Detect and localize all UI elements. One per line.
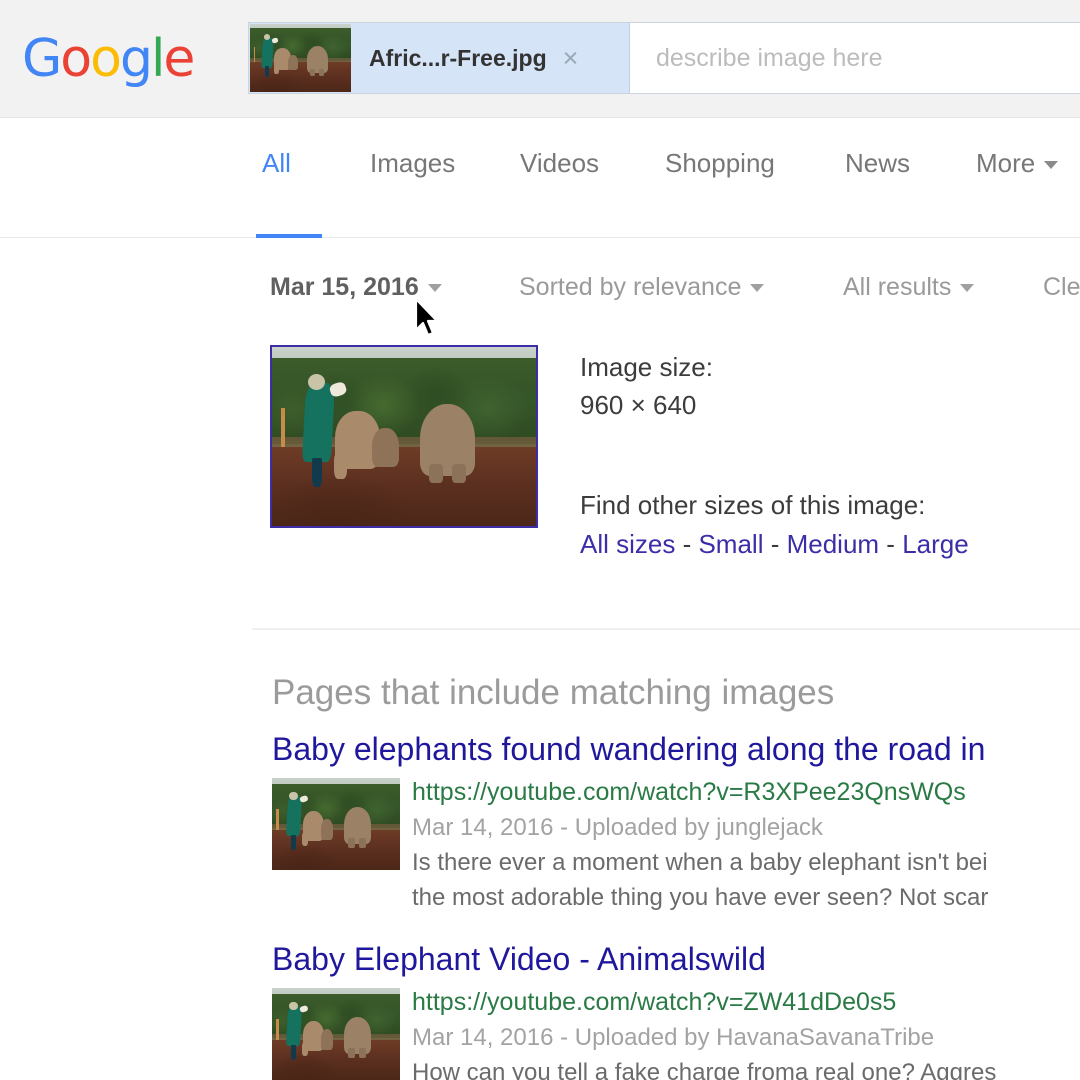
- filter-clear[interactable]: Cle: [1043, 270, 1080, 304]
- tab-all-label: All: [262, 148, 291, 178]
- filter-sort[interactable]: Sorted by relevance: [519, 270, 765, 304]
- chevron-down-icon: [427, 284, 442, 292]
- other-sizes-block: Find other sizes of this image: All size…: [580, 486, 1050, 564]
- section-divider: [252, 628, 1080, 630]
- result-meta: Mar 14, 2016 - Uploaded by HavanaSavanaT…: [412, 1024, 935, 1051]
- link-separator-3: -: [879, 529, 903, 559]
- result-title-link[interactable]: Baby elephants found wandering along the…: [272, 728, 1080, 770]
- image-info-panel: Image size: 960 × 640 Find other sizes o…: [580, 348, 1050, 564]
- chip-filename-label: Afric...r-Free.jpg: [369, 44, 547, 71]
- search-bar[interactable]: Afric...r-Free.jpg × describe image here: [248, 22, 1080, 94]
- result-title-link[interactable]: Baby Elephant Video - Animalswild: [272, 938, 1080, 980]
- result-snippet-line-1: Is there ever a moment when a baby eleph…: [412, 849, 988, 876]
- chevron-down-icon: [960, 284, 975, 292]
- find-other-sizes-label: Find other sizes of this image:: [580, 490, 926, 520]
- result-item-2: Baby Elephant Video - Animalswild https:…: [272, 938, 1080, 1080]
- filter-clear-label: Cle: [1043, 273, 1080, 301]
- tab-news[interactable]: News: [845, 146, 910, 180]
- filter-results-label: All results: [843, 273, 952, 301]
- tab-more[interactable]: More: [976, 146, 1059, 180]
- link-all-sizes[interactable]: All sizes: [580, 529, 675, 559]
- filter-sort-label: Sorted by relevance: [519, 273, 742, 301]
- mouse-cursor: [414, 297, 444, 341]
- link-separator-1: -: [675, 529, 699, 559]
- matching-pages-heading: Pages that include matching images: [272, 673, 835, 712]
- result-thumbnail[interactable]: [272, 988, 400, 1080]
- image-size-value: 960 × 640: [580, 390, 697, 420]
- filter-date-label: Mar 15, 2016: [270, 273, 419, 301]
- result-snippet-line-2: the most adorable thing you have ever se…: [412, 884, 989, 911]
- logo-letter-g2: g: [119, 29, 153, 89]
- search-tools-bar: Mar 15, 2016 Sorted by relevance All res…: [0, 270, 1080, 310]
- logo-letter-g1: G: [22, 29, 62, 89]
- tab-images-label: Images: [370, 148, 456, 178]
- matched-image-thumbnail[interactable]: [270, 345, 538, 528]
- result-text-block: https://youtube.com/watch?v=ZW41dDe0s5 M…: [412, 985, 1080, 1080]
- tab-videos[interactable]: Videos: [520, 146, 599, 180]
- tab-shopping[interactable]: Shopping: [665, 146, 775, 180]
- tab-all[interactable]: All: [262, 146, 291, 180]
- chevron-down-icon: [750, 284, 765, 292]
- logo-letter-o1: o: [60, 29, 92, 89]
- tab-more-label: More: [976, 148, 1036, 178]
- result-meta: Mar 14, 2016 - Uploaded by junglejack: [412, 814, 823, 841]
- result-url[interactable]: https://youtube.com/watch?v=ZW41dDe0s5: [412, 985, 1080, 1020]
- google-logo[interactable]: Google: [22, 29, 195, 89]
- link-medium[interactable]: Medium: [787, 529, 879, 559]
- chevron-down-icon: [1044, 161, 1059, 169]
- image-chip[interactable]: Afric...r-Free.jpg ×: [249, 23, 630, 93]
- tabs-divider: [0, 237, 1080, 238]
- tab-active-indicator: [256, 234, 322, 238]
- link-separator-2: -: [763, 529, 787, 559]
- result-item-1: Baby elephants found wandering along the…: [272, 728, 1080, 911]
- result-snippet-line-1: How can you tell a fake charge froma rea…: [412, 1059, 997, 1080]
- result-text-block: https://youtube.com/watch?v=R3XPee23QnsW…: [412, 775, 1080, 915]
- link-large[interactable]: Large: [902, 529, 969, 559]
- tab-news-label: News: [845, 148, 911, 178]
- tab-images[interactable]: Images: [370, 146, 455, 180]
- chip-thumbnail-image: [250, 24, 351, 92]
- tab-shopping-label: Shopping: [665, 148, 775, 178]
- result-url[interactable]: https://youtube.com/watch?v=R3XPee23QnsW…: [412, 775, 1080, 810]
- size-links-row: All sizes - Small - Medium - Large: [580, 524, 1050, 564]
- search-tabs: All Images Videos Shopping News More: [0, 146, 1080, 238]
- result-thumbnail[interactable]: [272, 778, 400, 870]
- filter-results[interactable]: All results: [843, 270, 975, 304]
- search-input[interactable]: describe image here: [630, 23, 1080, 93]
- logo-letter-o2: o: [90, 29, 122, 89]
- link-small[interactable]: Small: [698, 529, 763, 559]
- logo-letter-e: e: [163, 29, 195, 89]
- logo-letter-l: l: [150, 29, 166, 89]
- tab-videos-label: Videos: [520, 148, 600, 178]
- close-icon[interactable]: ×: [563, 44, 597, 72]
- search-header: Google Afric...r-Free.jpg × describe ima…: [0, 0, 1080, 118]
- image-size-label: Image size:: [580, 352, 713, 382]
